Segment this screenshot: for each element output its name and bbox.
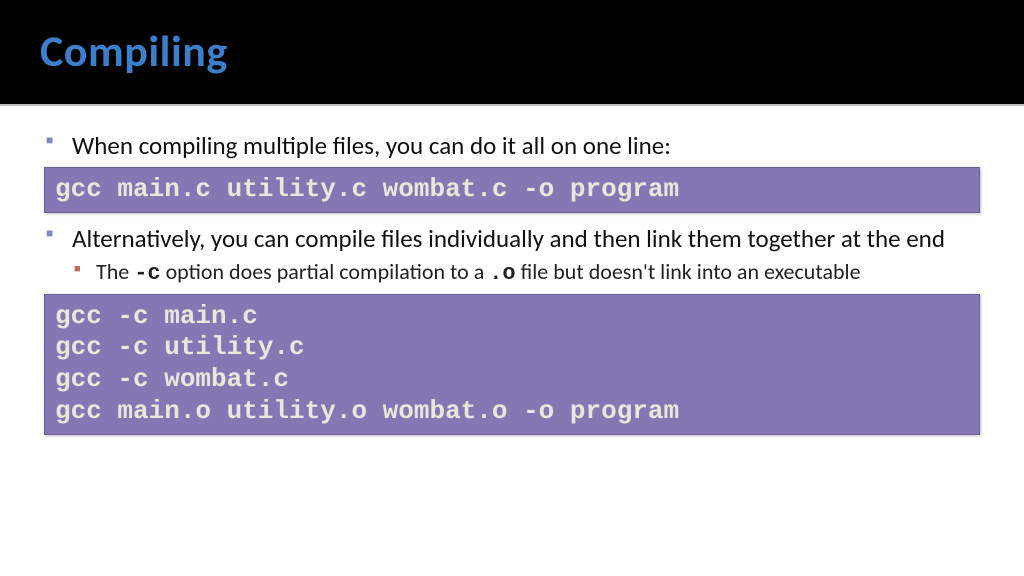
bullet-list: Alternatively, you can compile files ind…: [44, 223, 980, 288]
sub-bullet-text-post: file but doesn't link into an executable: [516, 258, 861, 285]
sub-bullet-item: The -c option does partial compilation t…: [72, 258, 980, 288]
code-block-single-line: gcc main.c utility.c wombat.c -o program: [44, 167, 980, 213]
bullet-item: Alternatively, you can compile files ind…: [44, 223, 980, 288]
sub-bullet-text-mid: option does partial compilation to a: [161, 258, 490, 285]
sub-bullet-list: The -c option does partial compilation t…: [72, 258, 980, 288]
slide-title: Compiling: [40, 24, 984, 78]
inline-code-option: -c: [134, 261, 160, 286]
code-block-multi-line: gcc -c main.c gcc -c utility.c gcc -c wo…: [44, 294, 980, 435]
title-bar: Compiling: [0, 0, 1024, 104]
bullet-text: Alternatively, you can compile files ind…: [72, 223, 945, 254]
bullet-item: When compiling multiple files, you can d…: [44, 130, 980, 161]
sub-bullet-text-pre: The: [96, 258, 134, 285]
slide-body: When compiling multiple files, you can d…: [0, 106, 1024, 435]
inline-code-ext: .o: [489, 261, 515, 286]
slide: Compiling When compiling multiple files,…: [0, 0, 1024, 576]
bullet-text: When compiling multiple files, you can d…: [72, 130, 671, 161]
bullet-list: When compiling multiple files, you can d…: [44, 130, 980, 161]
